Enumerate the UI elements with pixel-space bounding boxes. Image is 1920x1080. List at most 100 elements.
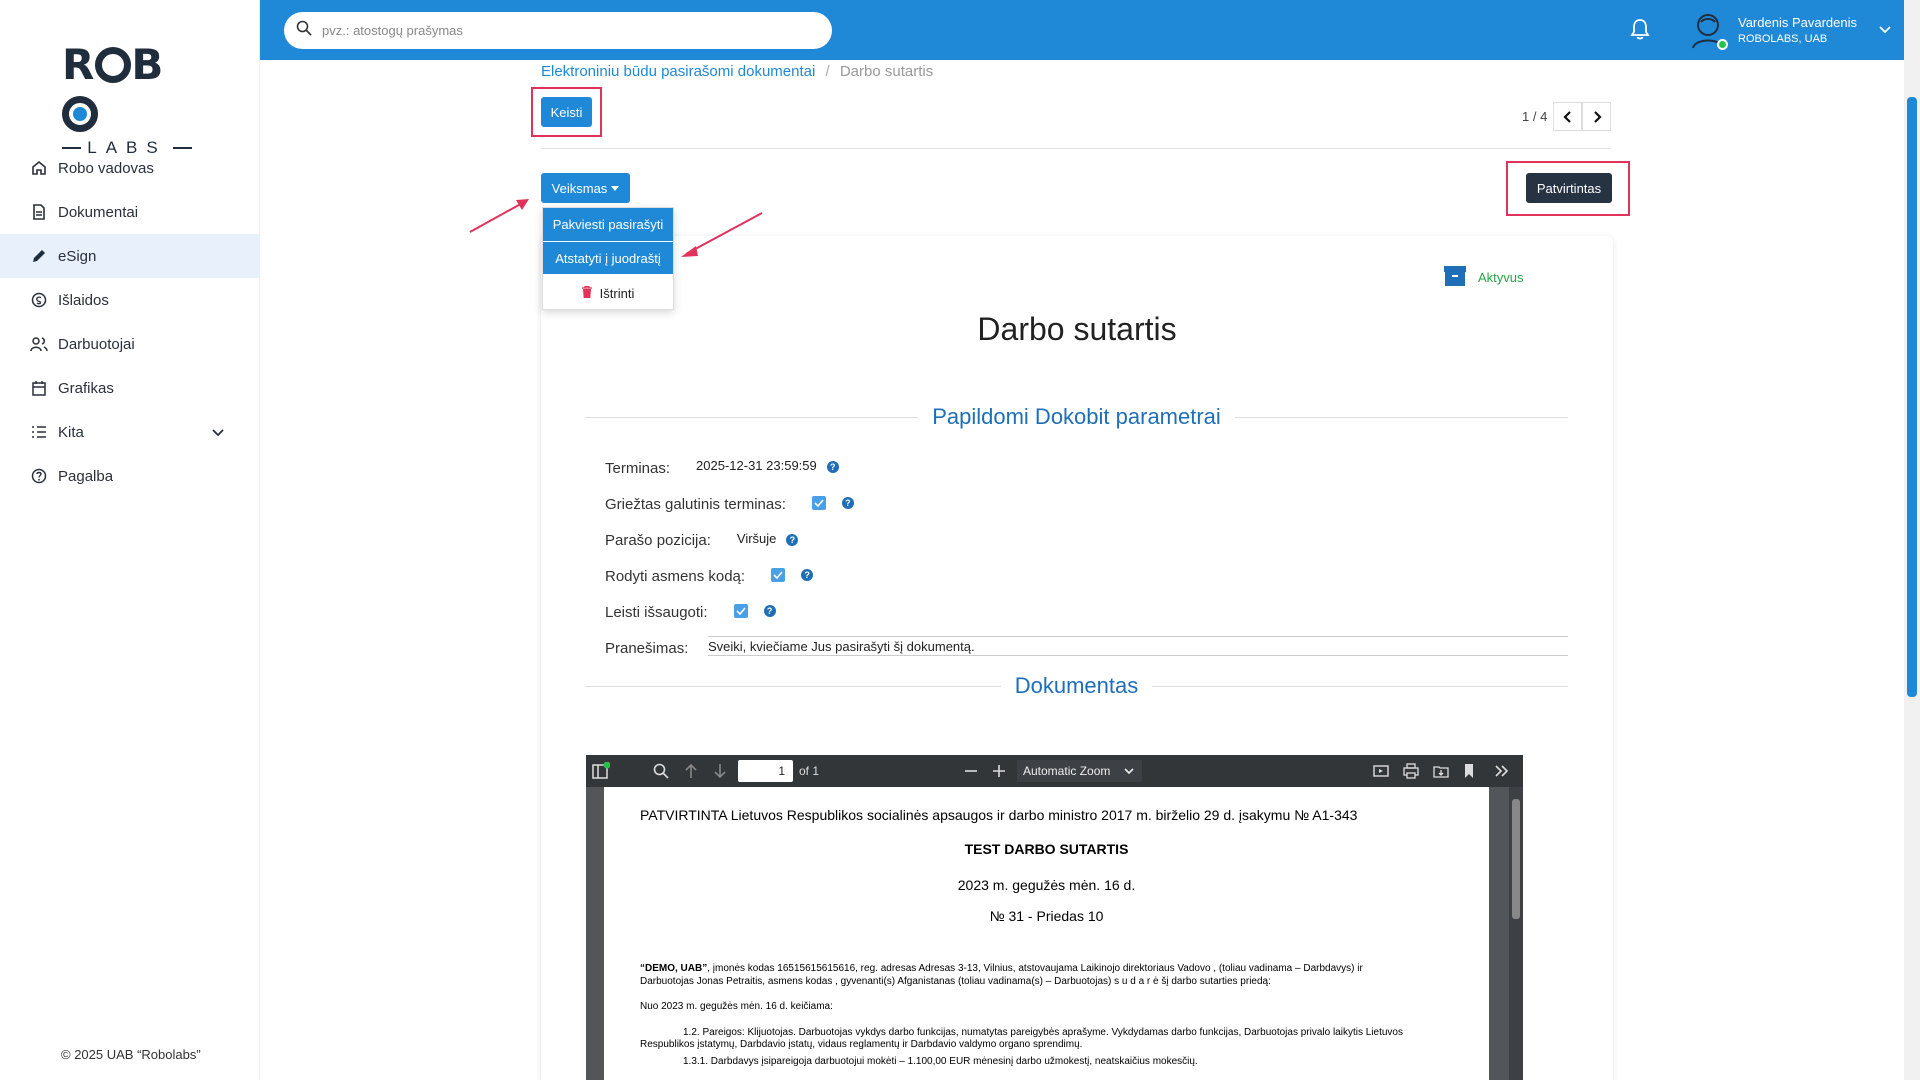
double-chevron-right-icon[interactable] bbox=[1494, 763, 1510, 779]
pdf-toolbar: 1 of 1 Automatic Zoom bbox=[586, 755, 1523, 787]
bell-icon[interactable] bbox=[1630, 18, 1650, 45]
strict-deadline-checkbox[interactable] bbox=[811, 495, 826, 510]
prev-page-button[interactable] bbox=[1553, 102, 1583, 131]
sidebar-item-label: Kita bbox=[58, 423, 84, 441]
sidebar-item-label: Robo vadovas bbox=[58, 159, 154, 177]
pdf-zoom-value: Automatic Zoom bbox=[1023, 764, 1111, 778]
help-icon[interactable]: ? bbox=[763, 604, 776, 617]
field-allow-save: Leisti išsaugoti: ? bbox=[605, 603, 776, 621]
action-dropdown-button[interactable]: Veiksmas bbox=[541, 173, 630, 203]
help-icon[interactable]: ? bbox=[826, 460, 839, 473]
pdf-paragraph-1: “DEMO, UAB”, įmonės kodas 16515615615616… bbox=[640, 963, 1363, 974]
sidebar-item-islaidos[interactable]: Išlaidos bbox=[0, 278, 260, 322]
top-bar: Vardenis Pavardenis ROBOLABS, UAB bbox=[260, 0, 1904, 60]
menu-item-revert-to-draft[interactable]: Atstatyti į juodraštį bbox=[543, 241, 673, 274]
presentation-icon[interactable] bbox=[1373, 763, 1389, 779]
show-personal-code-checkbox[interactable] bbox=[771, 567, 786, 582]
field-show-personal-code: Rodyti asmens kodą: ? bbox=[605, 567, 814, 585]
field-sign-position: Parašo pozicija: Viršuje ? bbox=[605, 531, 799, 549]
user-company: ROBOLABS, UAB bbox=[1738, 33, 1828, 45]
sidebar-item-kita[interactable]: Kita bbox=[0, 410, 260, 454]
pdf-approved-line: PATVIRTINTA Lietuvos Respublikos sociali… bbox=[640, 807, 1358, 823]
zoom-in-icon[interactable] bbox=[992, 763, 1006, 779]
sidebar-item-grafikas[interactable]: Grafikas bbox=[0, 366, 260, 410]
logo-o-ring-accent bbox=[62, 96, 98, 132]
pdf-heading: TEST DARBO SUTARTIS bbox=[964, 841, 1129, 857]
search-icon bbox=[296, 20, 312, 41]
sidebar-item-label: Pagalba bbox=[58, 467, 114, 485]
search-icon[interactable] bbox=[653, 763, 669, 779]
sidebar-nav: Robo vadovas Dokumentai eSign Išlaidos D… bbox=[0, 146, 260, 498]
pdf-paragraph-1-text: , įmonės kodas 16515615615616, reg. adre… bbox=[707, 963, 1363, 974]
sidebar-item-esign[interactable]: eSign bbox=[0, 234, 260, 278]
sidebar-item-robo-vadovas[interactable]: Robo vadovas bbox=[0, 146, 260, 190]
home-icon bbox=[30, 159, 48, 177]
breadcrumb: Elektroniniu būdu pasirašomi dokumentai … bbox=[541, 63, 933, 80]
sidebar-item-pagalba[interactable]: Pagalba bbox=[0, 454, 260, 498]
document-status: Aktyvus bbox=[1444, 266, 1524, 289]
pdf-date: 2023 m. gegužės mėn. 16 d. bbox=[957, 877, 1136, 893]
pdf-scrollbar[interactable] bbox=[1509, 787, 1523, 1080]
status-text: Aktyvus bbox=[1478, 270, 1524, 285]
edit-button[interactable]: Keisti bbox=[541, 97, 592, 127]
annotation-arrow-icon bbox=[469, 199, 529, 233]
chevron-down-icon[interactable] bbox=[212, 424, 224, 441]
sidebar-item-darbuotojai[interactable]: Darbuotojai bbox=[0, 322, 260, 366]
document-title: Darbo sutartis bbox=[977, 311, 1177, 347]
user-menu[interactable]: Vardenis Pavardenis ROBOLABS, UAB bbox=[1688, 10, 1891, 50]
sign-position-label: Parašo pozicija: bbox=[605, 532, 711, 549]
arrow-down-icon[interactable] bbox=[713, 763, 727, 779]
sidebar: RB LABS Robo vadovas Dokumentai eSign Iš… bbox=[0, 0, 260, 1080]
header-divider bbox=[541, 148, 1611, 149]
pdf-page-input[interactable]: 1 bbox=[738, 760, 793, 782]
robolabs-logo[interactable]: RB LABS bbox=[62, 40, 192, 157]
annotation-arrow-icon bbox=[681, 212, 763, 257]
pager-text: 1 / 4 bbox=[1522, 109, 1548, 124]
chevron-right-icon bbox=[1594, 110, 1602, 123]
next-page-button[interactable] bbox=[1582, 102, 1612, 131]
print-icon[interactable] bbox=[1403, 763, 1419, 779]
search-input[interactable] bbox=[322, 23, 802, 38]
help-icon[interactable]: ? bbox=[841, 496, 854, 509]
bookmark-icon[interactable] bbox=[1463, 763, 1475, 779]
section-line bbox=[1234, 416, 1569, 418]
online-status-dot bbox=[1717, 39, 1728, 50]
strict-deadline-label: Griežtas galutinis terminas: bbox=[605, 496, 786, 513]
chevron-down-icon[interactable] bbox=[1879, 21, 1891, 39]
sign-position-value[interactable]: Viršuje bbox=[737, 531, 777, 546]
menu-item-delete[interactable]: Ištrinti bbox=[543, 277, 673, 310]
pager: 1 / 4 bbox=[1522, 102, 1612, 131]
sidebar-item-label: Grafikas bbox=[58, 379, 114, 397]
help-icon[interactable]: ? bbox=[786, 533, 799, 546]
breadcrumb-separator: / bbox=[825, 63, 830, 80]
page-scrollbar[interactable] bbox=[1904, 0, 1920, 1080]
pdf-zoom-select[interactable]: Automatic Zoom bbox=[1017, 760, 1142, 782]
chevron-down-icon bbox=[1124, 764, 1134, 778]
pdf-number: № 31 - Priedas 10 bbox=[989, 908, 1104, 924]
message-field[interactable]: Sveiki, kviečiame Jus pasirašyti šį doku… bbox=[708, 636, 1568, 656]
pdf-company-name: “DEMO, UAB” bbox=[640, 963, 708, 974]
section-params-header: Papildomi Dokobit parametrai bbox=[585, 404, 1569, 430]
sidebar-item-label: Dokumentai bbox=[58, 203, 139, 221]
users-icon bbox=[30, 335, 48, 353]
sidebar-item-dokumentai[interactable]: Dokumentai bbox=[0, 190, 260, 234]
field-message: Pranešimas: bbox=[605, 640, 688, 657]
section-params-title: Papildomi Dokobit parametrai bbox=[932, 404, 1221, 429]
arrow-up-icon[interactable] bbox=[684, 763, 698, 779]
scrollbar-thumb[interactable] bbox=[1907, 97, 1917, 697]
menu-item-invite-to-sign[interactable]: Pakviesti pasirašyti bbox=[543, 208, 673, 241]
download-icon[interactable] bbox=[1433, 763, 1449, 779]
section-document-header: Dokumentas bbox=[585, 673, 1569, 699]
allow-save-checkbox[interactable] bbox=[733, 603, 748, 618]
sidebar-toggle-icon[interactable] bbox=[592, 762, 610, 780]
help-icon[interactable]: ? bbox=[801, 568, 814, 581]
breadcrumb-link-esign-documents[interactable]: Elektroniniu būdu pasirašomi dokumentai bbox=[541, 63, 815, 80]
menu-item-delete-label: Ištrinti bbox=[599, 286, 635, 301]
zoom-out-icon[interactable] bbox=[964, 763, 978, 779]
deadline-value[interactable]: 2025-12-31 23:59:59 bbox=[696, 458, 817, 473]
section-line bbox=[585, 685, 1001, 687]
avatar bbox=[1688, 10, 1728, 50]
pdf-scrollbar-thumb[interactable] bbox=[1512, 799, 1520, 919]
status-approved-button[interactable]: Patvirtintas bbox=[1526, 173, 1612, 203]
section-document-title: Dokumentas bbox=[1014, 673, 1139, 698]
